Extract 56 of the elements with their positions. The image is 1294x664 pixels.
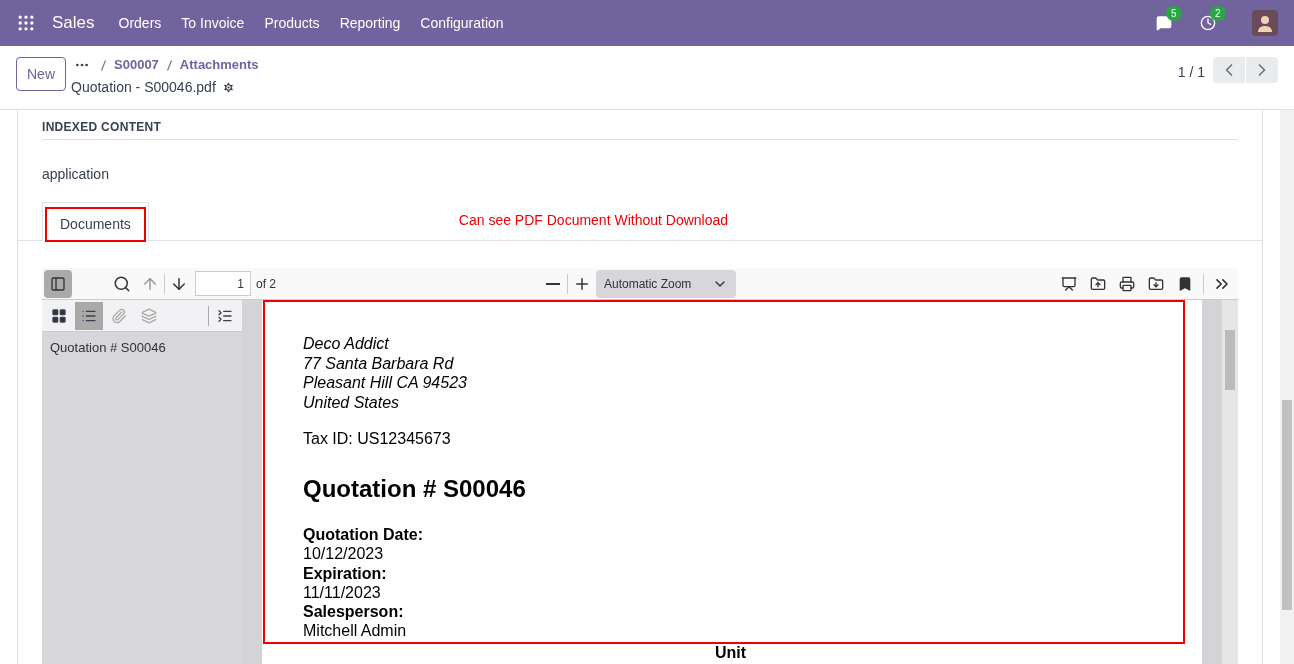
field-value: 10/12/2023 (303, 544, 385, 564)
field-value: Mitchell Admin (303, 621, 408, 641)
tax-id: Tax ID: US12345673 (303, 429, 452, 449)
grid-icon (51, 307, 67, 324)
print-icon (1118, 275, 1135, 292)
search-icon (113, 274, 131, 293)
minus-icon (546, 282, 560, 285)
next-button[interactable] (1246, 57, 1278, 83)
apps-menu-icon[interactable] (16, 13, 36, 33)
pager-value: 1 / 1 (1177, 63, 1205, 82)
page-number-input[interactable]: 1 (195, 271, 251, 296)
folder-upload-icon (1089, 275, 1106, 292)
menu-item[interactable]: To Invoice (181, 12, 245, 34)
breadcrumb-link[interactable]: Attachments (179, 55, 259, 75)
presentation-icon (1060, 275, 1077, 292)
settings-icon[interactable] (221, 81, 235, 94)
layers-icon (141, 307, 157, 324)
address-line: United States (303, 392, 401, 412)
outline-item[interactable]: Quotation # S00046 (42, 332, 242, 358)
user-avatar[interactable] (1252, 10, 1278, 36)
messages-icon[interactable] (1156, 15, 1172, 31)
address-line: Pleasant Hill CA 94523 (303, 373, 468, 393)
page-count: of 2 (256, 275, 276, 293)
sidebar-toggle-button[interactable] (44, 269, 72, 298)
address-line: 77 Santa Barbara Rd (303, 353, 455, 373)
field-label: Salesperson: (303, 602, 405, 622)
quotation-title: Quotation # S00046 (303, 474, 527, 504)
avatar-silhouette-icon (1256, 14, 1274, 32)
record-title: Quotation - S00046.pdf (71, 78, 216, 97)
section-title: INDEXED CONTENT (42, 118, 1238, 140)
breadcrumb-separator-icon (101, 59, 106, 71)
activities-icon[interactable] (1200, 15, 1216, 31)
notification-badge: 2 (1210, 6, 1226, 21)
indexed-content-value: application (42, 165, 110, 184)
field-label: Expiration: (303, 563, 388, 583)
menu-item[interactable]: Products (264, 12, 320, 34)
field-value: 11/11/2023 (303, 582, 382, 603)
breadcrumb-link[interactable]: S00007 (114, 55, 159, 75)
field-label: Quotation Date: (303, 525, 424, 545)
new-button[interactable]: New (16, 57, 66, 91)
menu-item[interactable]: Orders (118, 12, 162, 34)
breadcrumb-separator-icon (166, 59, 172, 71)
notification-badge: 5 (1166, 6, 1182, 21)
annotation-text: Can see PDF Document Without Download (458, 211, 729, 230)
app-name[interactable]: Sales (52, 10, 95, 36)
collapse-list-icon (217, 307, 233, 324)
menu-item[interactable]: Reporting (339, 12, 401, 34)
outline-button[interactable] (75, 301, 103, 330)
paperclip-icon (111, 307, 127, 324)
zoom-select[interactable]: Automatic Zoom (596, 269, 736, 298)
sidebar-icon (50, 275, 66, 292)
menu-item[interactable]: Configuration (420, 12, 504, 34)
address-line: Deco Addict (303, 334, 390, 354)
column-heading: Unit (715, 643, 748, 662)
previous-button[interactable] (1213, 57, 1245, 83)
folder-download-icon (1147, 275, 1164, 292)
